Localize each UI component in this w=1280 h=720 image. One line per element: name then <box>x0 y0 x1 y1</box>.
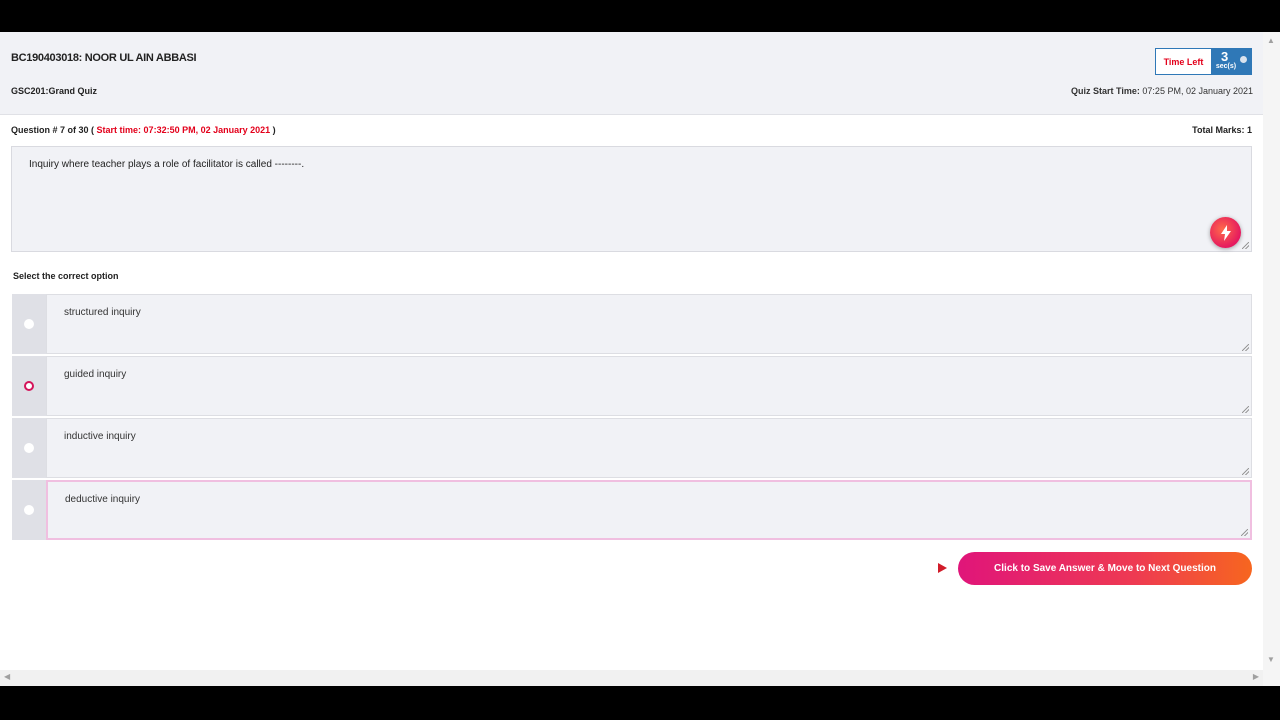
play-arrow-icon <box>938 563 947 573</box>
resize-handle-icon[interactable] <box>1241 529 1248 536</box>
vertical-scrollbar[interactable]: ▲ ▼ <box>1263 32 1280 686</box>
option-textarea: guided inquiry <box>46 356 1252 416</box>
quiz-page: BC190403018: NOOR UL AIN ABBASI GSC201:G… <box>0 32 1280 686</box>
option-radio-cell[interactable] <box>12 294 46 354</box>
option-radio-cell[interactable] <box>12 418 46 478</box>
scroll-right-icon[interactable]: ▶ <box>1253 672 1259 681</box>
question-textarea: Inquiry where teacher plays a role of fa… <box>11 146 1252 252</box>
quiz-start-label: Quiz Start Time: <box>1071 86 1140 96</box>
option-radio[interactable] <box>24 443 34 453</box>
option-row[interactable]: guided inquiry <box>12 356 1252 416</box>
resize-handle-icon[interactable] <box>1242 406 1249 413</box>
option-row[interactable]: inductive inquiry <box>12 418 1252 478</box>
question-suffix: ) <box>272 125 276 135</box>
option-radio[interactable] <box>24 505 34 515</box>
option-row[interactable]: deductive inquiry <box>12 480 1252 540</box>
timer-unit: sec(s) <box>1215 63 1237 70</box>
question-prefix: Question # 7 of 30 ( <box>11 125 95 135</box>
scroll-up-icon[interactable]: ▲ <box>1267 36 1275 45</box>
question-start-time: Start time: 07:32:50 PM, 02 January 2021 <box>96 125 271 135</box>
save-next-button[interactable]: Click to Save Answer & Move to Next Ques… <box>958 552 1252 585</box>
lightning-bolt-icon[interactable] <box>1210 217 1241 248</box>
option-radio-cell[interactable] <box>12 356 46 416</box>
clock-icon <box>1240 56 1247 63</box>
option-radio[interactable] <box>24 319 34 329</box>
resize-handle-icon[interactable] <box>1242 242 1249 249</box>
time-left-timer: Time Left 3 sec(s) <box>1155 48 1252 75</box>
option-textarea: inductive inquiry <box>46 418 1252 478</box>
bolt-glyph-icon <box>1220 224 1231 241</box>
option-radio-cell[interactable] <box>12 480 46 540</box>
quiz-start-time: Quiz Start Time: 07:25 PM, 02 January 20… <box>1071 86 1253 96</box>
select-option-label: Select the correct option <box>13 271 119 281</box>
timer-display: 3 sec(s) <box>1211 49 1251 74</box>
option-text: inductive inquiry <box>64 431 136 442</box>
option-textarea: structured inquiry <box>46 294 1252 354</box>
scroll-down-icon[interactable]: ▼ <box>1267 655 1275 664</box>
resize-handle-icon[interactable] <box>1242 344 1249 351</box>
horizontal-scrollbar[interactable]: ◀ ▶ <box>0 670 1263 686</box>
quiz-header: BC190403018: NOOR UL AIN ABBASI GSC201:G… <box>0 32 1263 115</box>
question-number: Question # 7 of 30 ( Start time: 07:32:5… <box>11 125 276 135</box>
option-row[interactable]: structured inquiry <box>12 294 1252 354</box>
student-name: BC190403018: NOOR UL AIN ABBASI <box>11 52 197 64</box>
course-title: GSC201:Grand Quiz <box>11 86 98 96</box>
option-textarea: deductive inquiry <box>46 480 1252 540</box>
option-text: deductive inquiry <box>65 494 141 505</box>
option-radio-selected[interactable] <box>24 381 34 391</box>
question-text: Inquiry where teacher plays a role of fa… <box>29 159 305 170</box>
resize-handle-icon[interactable] <box>1242 468 1249 475</box>
scroll-left-icon[interactable]: ◀ <box>4 672 10 681</box>
total-marks: Total Marks: 1 <box>1192 125 1252 135</box>
quiz-start-value: 07:25 PM, 02 January 2021 <box>1142 86 1253 96</box>
option-text: guided inquiry <box>64 369 127 380</box>
timer-value: 3 <box>1221 49 1229 64</box>
time-left-label: Time Left <box>1163 56 1204 67</box>
option-text: structured inquiry <box>64 307 141 318</box>
